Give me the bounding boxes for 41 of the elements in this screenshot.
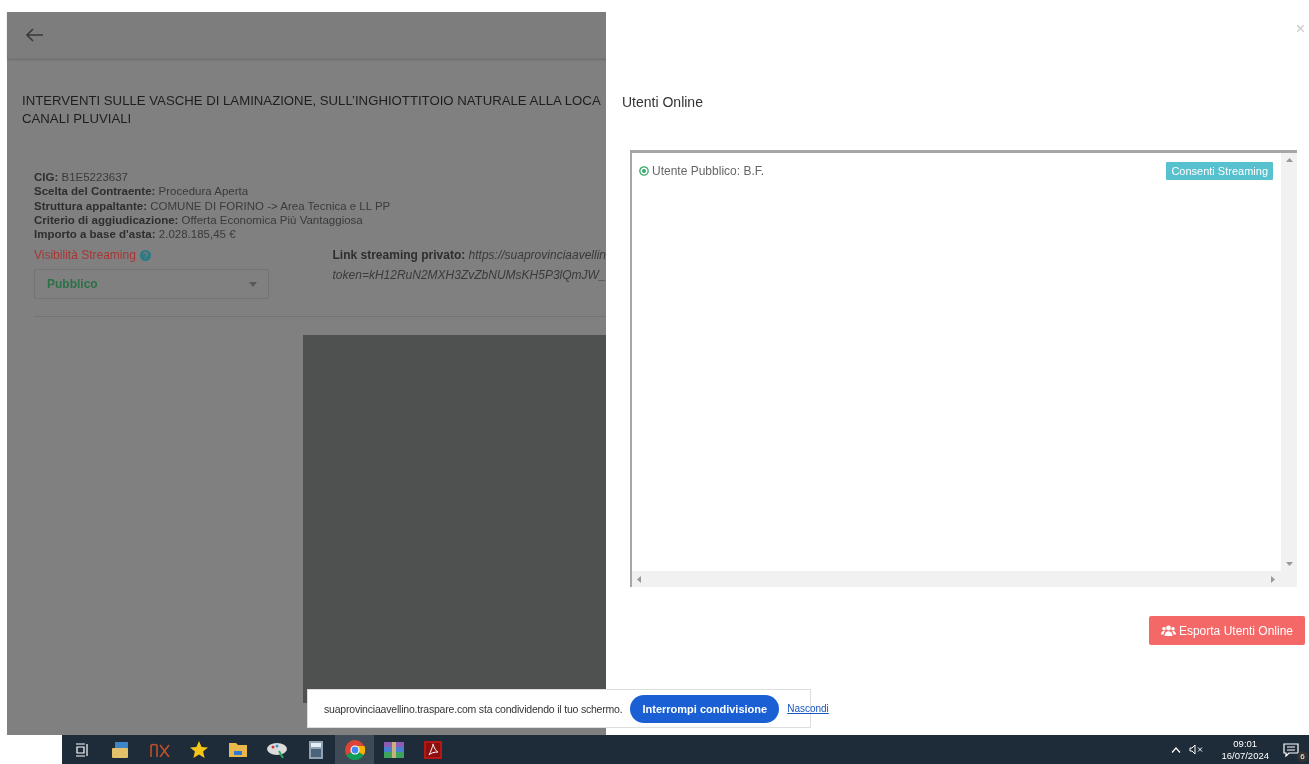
message-icon (1283, 742, 1299, 757)
notification-count: 6 (1297, 750, 1308, 762)
detail-line: CIG: B1E5223637 (34, 170, 129, 185)
show-hidden-icons-icon[interactable] (1171, 746, 1182, 753)
speaker-muted-icon[interactable] (1189, 744, 1204, 755)
caret-icon (248, 282, 257, 287)
export-button[interactable]: Esporta Utenti Online (1148, 616, 1305, 645)
mail-icon (111, 741, 130, 758)
back-arrow-icon[interactable] (26, 28, 44, 42)
detail-line: Scelta del Contraente: Procedura Aperta (34, 184, 250, 199)
tender-title: INTERVENTI SULLE VASCHE DI LAMINAZIONE, SULL’INGHIOTTITOIO NATURALE ALLA LOCA (22, 92, 602, 110)
nx-logo-icon (149, 742, 170, 757)
stop-sharing-button[interactable]: Interrompi condivisione (630, 694, 780, 723)
folder-icon (228, 742, 247, 757)
tender-title: CANALI PLUVIALI (22, 110, 133, 128)
private-link-token: token=kH12RuN2MXH3ZvZbNUMsKH5P3lQmJW_ (332, 267, 606, 284)
online-dot-icon (639, 166, 649, 176)
notification-button[interactable]: 6 (1283, 737, 1305, 762)
visibility-label: Visibilità Streaming (34, 248, 136, 263)
close-button[interactable]: × (1295, 20, 1305, 38)
detail-line: Importo a base d'asta: 2.028.185,45 € (34, 227, 237, 242)
star-icon (189, 740, 208, 759)
palette-icon (266, 741, 287, 758)
panel-title: Utenti Online (622, 94, 704, 110)
clock-time: 09:01 (1233, 737, 1258, 750)
private-link-line: Link streaming privato: https://suaprovinciaavellin (332, 247, 606, 264)
allow-streaming-button[interactable]: Consenti Streaming (1166, 162, 1273, 180)
users-icon (1160, 625, 1176, 636)
clock-date: 16/07/2024 (1221, 749, 1269, 762)
detail-line: Criterio di aggiudicazione: Offerta Economica Più Vantaggiosa (34, 212, 364, 228)
taskbar-app[interactable] (335, 735, 374, 764)
detail-line: Struttura appaltante: COMUNE DI FORINO -> Area Tecnica e LL PP (34, 198, 392, 213)
user-label: Utente Pubblico: B.F. (652, 164, 766, 178)
visibility-select[interactable]: Pubblico (34, 269, 269, 300)
browser-icon (344, 739, 365, 760)
share-message: suaprovinciaavellino.traspare.com sta condividendo il tuo schermo. (324, 702, 623, 715)
pdf-icon (423, 740, 442, 759)
task-view-icon (74, 742, 89, 757)
calculator-icon (308, 740, 323, 759)
hide-link[interactable]: Nascondi (787, 703, 829, 714)
archive-icon (383, 741, 404, 758)
